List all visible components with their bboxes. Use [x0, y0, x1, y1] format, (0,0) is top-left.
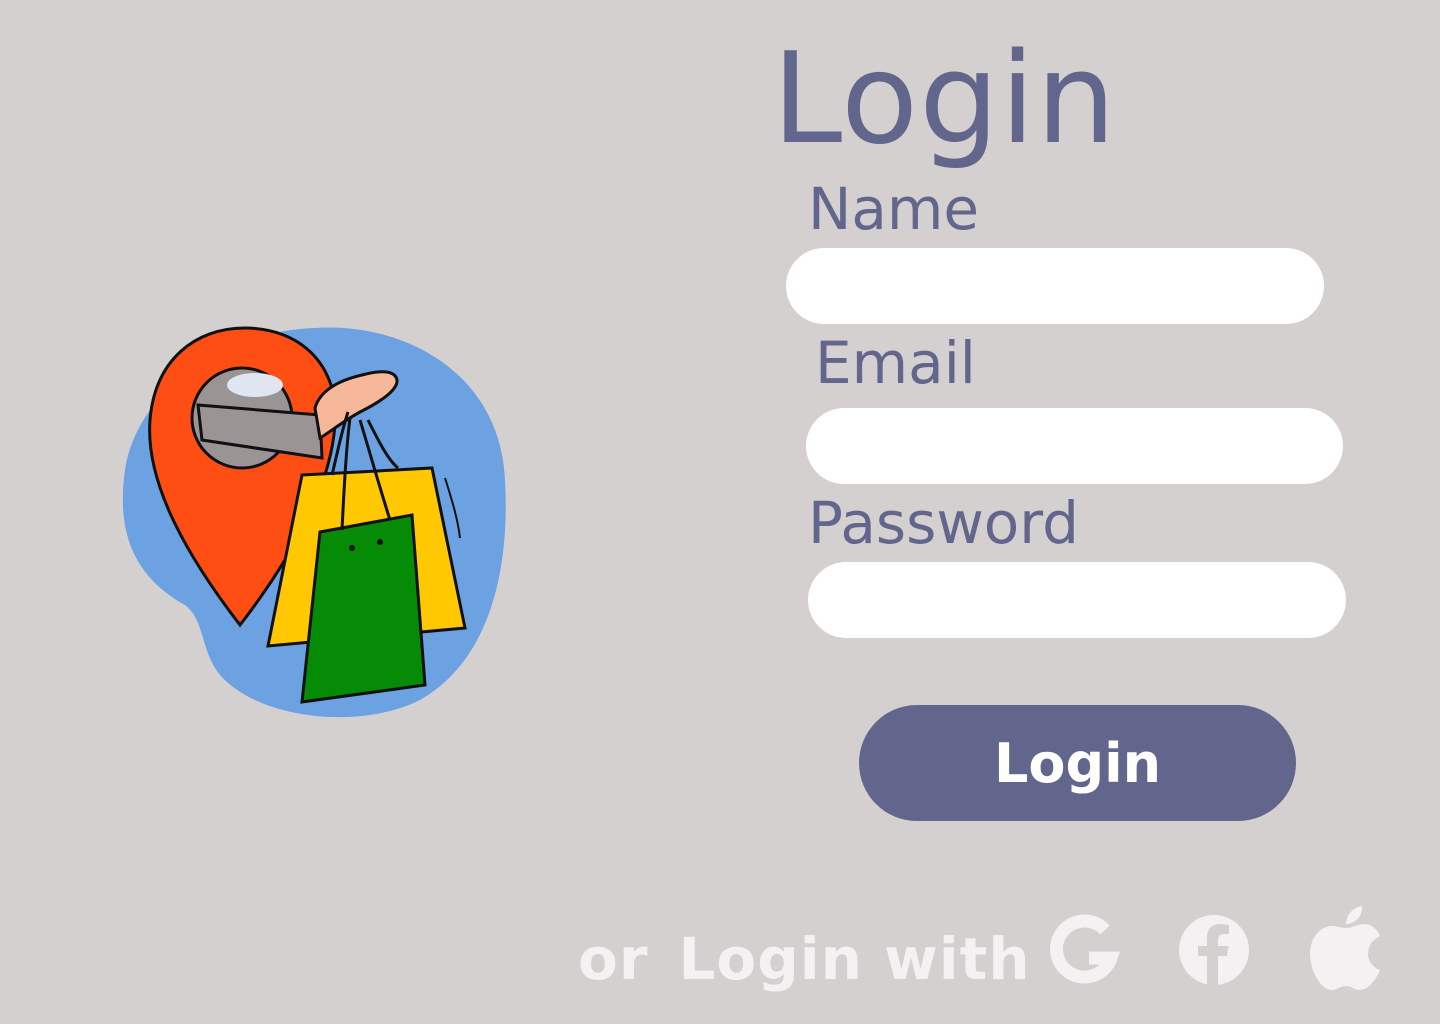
login-button[interactable]: Login: [859, 705, 1296, 821]
apple-icon[interactable]: [1310, 906, 1382, 990]
page-title: Login: [772, 25, 1117, 172]
or-label: or: [578, 925, 649, 993]
google-icon[interactable]: [1049, 914, 1123, 992]
shopping-illustration-icon: [122, 326, 506, 718]
password-input[interactable]: [808, 562, 1346, 638]
email-input[interactable]: [806, 408, 1343, 484]
alternate-login-text: or Login with: [578, 930, 1031, 988]
name-input[interactable]: [786, 248, 1324, 324]
email-label: Email: [815, 329, 976, 397]
name-label: Name: [808, 175, 980, 243]
facebook-icon[interactable]: [1178, 914, 1250, 986]
password-label: Password: [808, 489, 1079, 557]
login-with-label: Login with: [678, 925, 1031, 993]
